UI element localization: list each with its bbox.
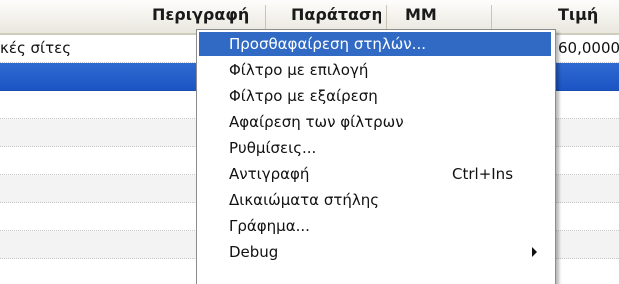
menu-item-label: Ρυθμίσεις... [229,139,317,157]
cell-price [558,119,618,147]
cell-price [558,231,618,259]
cell-price [558,259,618,284]
menu-item-debug[interactable]: Debug [199,240,551,264]
menu-item-label: Φίλτρο με επιλογή [229,61,369,79]
screen: Περιγραφή Παράταση ΜΜ Τιμή κές σίτες 60,0… [0,0,619,284]
submenu-arrow-icon [532,247,537,257]
menu-item-filter-excluding[interactable]: Φίλτρο με εξαίρεση [199,84,551,108]
menu-item-label: Αντιγραφή [229,165,310,183]
menu-item-label: Debug [229,243,279,261]
menu-item-column-permissions[interactable]: Δικαιώματα στήλης [199,188,551,212]
menu-item-shortcut: Ctrl+Ins [452,165,514,183]
menu-item-label: Αφαίρεση των φίλτρων [229,113,404,131]
column-header-price[interactable]: Τιμή [558,0,616,33]
column-divider[interactable] [491,5,492,29]
cell-price [558,91,618,119]
menu-item-chart[interactable]: Γράφημα... [199,214,551,238]
menu-item-label: Δικαιώματα στήλης [229,191,380,209]
menu-item-settings[interactable]: Ρυθμίσεις... [199,136,551,160]
column-divider[interactable] [386,5,387,29]
cell-price: 60,0000 [558,39,619,57]
column-divider[interactable] [265,5,266,29]
menu-item-filter-by-selection[interactable]: Φίλτρο με επιλογή [199,58,551,82]
cell-price [558,175,618,203]
menu-item-label: Προσθαφαίρεση στηλών... [229,35,426,53]
cell-price [558,147,618,175]
context-menu: Προσθαφαίρεση στηλών... Φίλτρο με επιλογή… [196,29,556,284]
cell-price [558,63,618,91]
menu-item-label: Φίλτρο με εξαίρεση [229,87,378,105]
menu-item-add-remove-columns[interactable]: Προσθαφαίρεση στηλών... [199,32,551,56]
menu-item-copy[interactable]: Αντιγραφή Ctrl+Ins [199,162,551,186]
menu-item-remove-filters[interactable]: Αφαίρεση των φίλτρων [199,110,551,134]
menu-item-label: Γράφημα... [229,217,310,235]
cell-price [558,203,618,231]
